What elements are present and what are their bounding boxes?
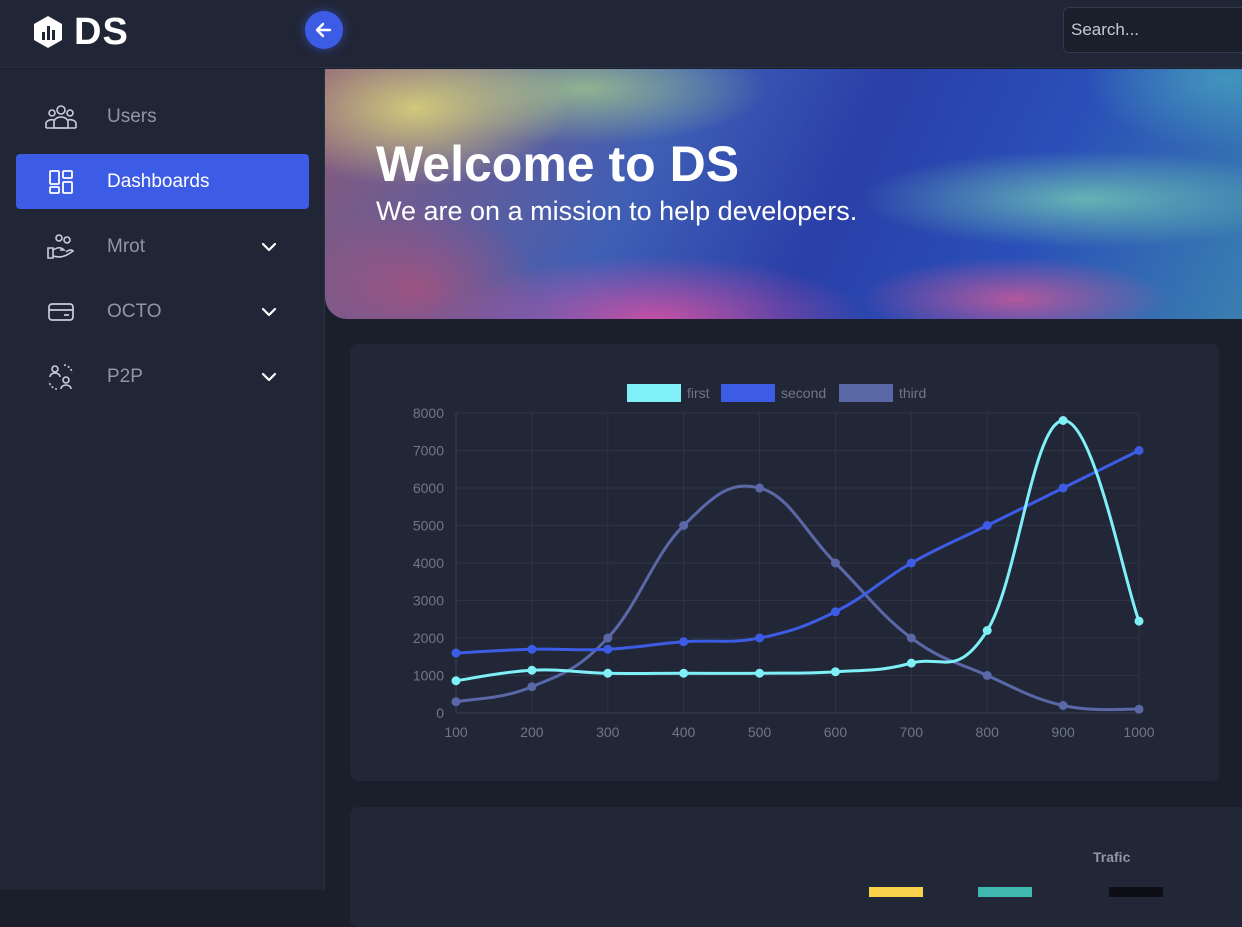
x-tick-label: 500 xyxy=(748,724,772,740)
traffic-card: Trafic xyxy=(350,807,1242,927)
hand-coins-icon xyxy=(44,230,78,264)
arrow-left-icon xyxy=(315,22,332,38)
legend-swatch-first xyxy=(627,384,681,402)
sidebar-item-p2p[interactable]: P2P xyxy=(16,349,309,404)
data-point-first xyxy=(982,626,992,635)
sidebar-item-label: Mrot xyxy=(107,235,145,257)
sidebar-item-octo[interactable]: OCTO xyxy=(16,284,309,339)
data-point-third xyxy=(679,521,689,530)
data-point-third xyxy=(830,558,840,568)
x-tick-label: 600 xyxy=(824,724,848,740)
data-point-first xyxy=(906,658,916,668)
banner-title: Welcome to DS xyxy=(376,136,740,192)
data-point-second xyxy=(982,521,992,530)
main-content: Welcome to DS We are on a mission to hel… xyxy=(325,69,1242,927)
legend-swatch xyxy=(978,887,1032,897)
y-tick-label: 4000 xyxy=(413,555,444,571)
legend-swatch-third xyxy=(839,384,893,402)
banner-subtitle: We are on a mission to help developers. xyxy=(376,196,858,226)
y-tick-label: 6000 xyxy=(413,480,444,496)
x-tick-label: 900 xyxy=(1051,724,1075,740)
legend-label-third: third xyxy=(899,385,926,401)
data-point-first xyxy=(830,667,840,677)
series-line-second xyxy=(455,449,1140,655)
data-point-second xyxy=(906,558,916,568)
legend-swatch-second xyxy=(721,384,775,402)
logo-text: DS xyxy=(74,10,129,53)
data-point-first xyxy=(1058,416,1068,425)
data-point-third xyxy=(1058,701,1068,710)
series-line-first xyxy=(455,418,1141,683)
data-point-third xyxy=(755,483,765,493)
data-point-first xyxy=(755,668,765,678)
data-point-second xyxy=(755,633,765,643)
legend-swatch xyxy=(1109,887,1163,897)
data-point-first xyxy=(679,668,689,678)
data-point-third xyxy=(906,633,916,643)
x-tick-label: 100 xyxy=(444,724,468,740)
logo[interactable]: DS xyxy=(32,10,129,53)
users-icon xyxy=(44,100,78,134)
data-point-third xyxy=(1134,704,1144,714)
chevron-down-icon[interactable] xyxy=(258,366,280,388)
logo-hex-icon xyxy=(34,16,62,48)
welcome-banner: Welcome to DS We are on a mission to hel… xyxy=(325,69,1242,319)
x-tick-label: 400 xyxy=(672,724,696,740)
sidebar-item-users[interactable]: Users xyxy=(16,89,309,144)
sidebar: Users Dashboards Mrot OCTO P2P xyxy=(0,69,325,890)
sidebar-item-label: Dashboards xyxy=(107,170,210,192)
search-input[interactable] xyxy=(1064,8,1242,52)
data-point-second xyxy=(1134,446,1144,455)
data-point-third xyxy=(527,682,537,692)
top-bar: DS xyxy=(0,0,1242,68)
y-tick-label: 8000 xyxy=(413,405,444,421)
card-icon xyxy=(44,295,78,329)
legend-swatch xyxy=(869,887,923,897)
line-chart: 0 1000 2000 3000 4000 5000 6000 7000 8000 100 200 3… xyxy=(413,384,1155,740)
x-tick-label: 700 xyxy=(900,724,924,740)
data-point-second xyxy=(830,607,840,617)
chevron-down-icon[interactable] xyxy=(258,236,280,258)
data-point-second xyxy=(1058,483,1068,493)
chevron-down-icon[interactable] xyxy=(258,301,280,323)
sidebar-item-dashboards[interactable]: Dashboards xyxy=(16,154,309,209)
search-box[interactable] xyxy=(1063,7,1242,53)
data-point-third xyxy=(982,671,992,680)
sidebar-item-label: P2P xyxy=(107,365,143,387)
x-tick-label: 1000 xyxy=(1123,724,1154,740)
traffic-title: Trafic xyxy=(1093,849,1131,865)
data-point-second xyxy=(527,644,537,654)
y-tick-label: 5000 xyxy=(413,518,444,534)
data-point-third xyxy=(603,633,613,643)
line-chart-card: 0 1000 2000 3000 4000 5000 6000 7000 8000 100 200 3… xyxy=(350,344,1219,781)
y-tick-label: 2000 xyxy=(413,630,444,646)
data-point-first xyxy=(1134,616,1144,626)
dashboard-icon xyxy=(44,165,78,199)
data-point-first xyxy=(527,665,537,675)
data-point-second xyxy=(451,648,461,658)
series-line-third xyxy=(455,484,1140,712)
p2p-users-icon xyxy=(44,360,78,394)
data-point-third xyxy=(451,697,461,707)
sidebar-item-label: Users xyxy=(107,105,157,127)
y-tick-label: 7000 xyxy=(413,443,444,459)
collapse-sidebar-button[interactable] xyxy=(305,11,343,49)
data-point-second xyxy=(603,644,613,654)
data-point-second xyxy=(679,637,689,647)
legend-label-second: second xyxy=(781,385,826,401)
x-tick-label: 300 xyxy=(596,724,620,740)
y-tick-label: 1000 xyxy=(413,668,444,684)
data-point-first xyxy=(603,668,613,678)
x-tick-label: 800 xyxy=(976,724,1000,740)
y-tick-label: 0 xyxy=(436,705,444,721)
x-tick-label: 200 xyxy=(520,724,544,740)
y-tick-label: 3000 xyxy=(413,593,444,609)
sidebar-item-label: OCTO xyxy=(107,300,162,322)
data-point-first xyxy=(451,676,461,686)
sidebar-item-mrot[interactable]: Mrot xyxy=(16,219,309,274)
legend-label-first: first xyxy=(687,385,710,401)
